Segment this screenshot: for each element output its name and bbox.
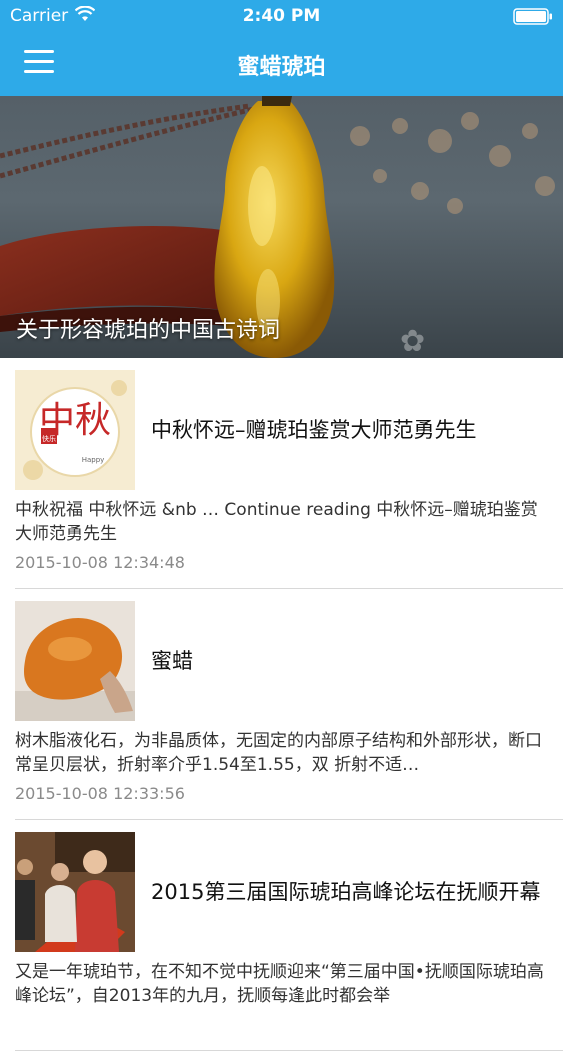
navigation-bar: 蜜蜡琥珀 (0, 32, 563, 96)
article-thumbnail: 中秋 快乐 Happy (15, 370, 135, 490)
list-item[interactable]: 2015第三届国际琥珀高峰论坛在抚顺开幕 又是一年琥珀节，在不知不觉中抚顺迎来“… (15, 820, 563, 1051)
thumbnail-small-text: 快乐 (42, 434, 56, 443)
article-excerpt: 树木脂液化石，为非晶质体，无固定的内部原子结构和外部形状，断口常呈贝层状，折射率… (15, 731, 542, 775)
article-date: 2015-10-08 12:33:56 (15, 784, 185, 803)
page-title: 蜜蜡琥珀 (237, 55, 326, 80)
list-item[interactable]: 蜜蜡 树木脂液化石，为非晶质体，无固定的内部原子结构和外部形状，断口常呈贝层状，… (15, 589, 563, 820)
list-item[interactable]: 中秋 快乐 Happy 中秋怀远–赠琥珀鉴赏大师范勇先生 中秋祝福 中秋怀远 &… (15, 358, 563, 589)
article-list: 中秋 快乐 Happy 中秋怀远–赠琥珀鉴赏大师范勇先生 中秋祝福 中秋怀远 &… (0, 358, 563, 1051)
article-title: 蜜蜡 (151, 649, 193, 673)
svg-text:✿: ✿ (400, 324, 425, 358)
article-title: 2015第三届国际琥珀高峰论坛在抚顺开幕 (151, 880, 541, 904)
featured-article-banner[interactable]: ✿ 关于形容琥珀的中国古诗词 (0, 96, 563, 358)
article-date: 2015-10-08 12:34:48 (15, 553, 185, 572)
article-title: 中秋怀远–赠琥珀鉴赏大师范勇先生 (151, 418, 477, 442)
thumbnail-english-text: Happy (82, 456, 105, 464)
battery-icon (513, 8, 552, 25)
featured-article-title: 关于形容琥珀的中国古诗词 (16, 318, 281, 343)
article-excerpt: 中秋祝福 中秋怀远 &nb … Continue reading 中秋怀远–赠琥… (15, 500, 538, 544)
clock: 2:40 PM (242, 6, 321, 26)
article-thumbnail (15, 601, 135, 721)
article-thumbnail (15, 832, 135, 952)
status-bar: Carrier 2:40 PM (0, 0, 563, 32)
article-excerpt: 又是一年琥珀节，在不知不觉中抚顺迎来“第三届中国•抚顺国际琥珀高峰论坛”，自20… (15, 962, 544, 1006)
